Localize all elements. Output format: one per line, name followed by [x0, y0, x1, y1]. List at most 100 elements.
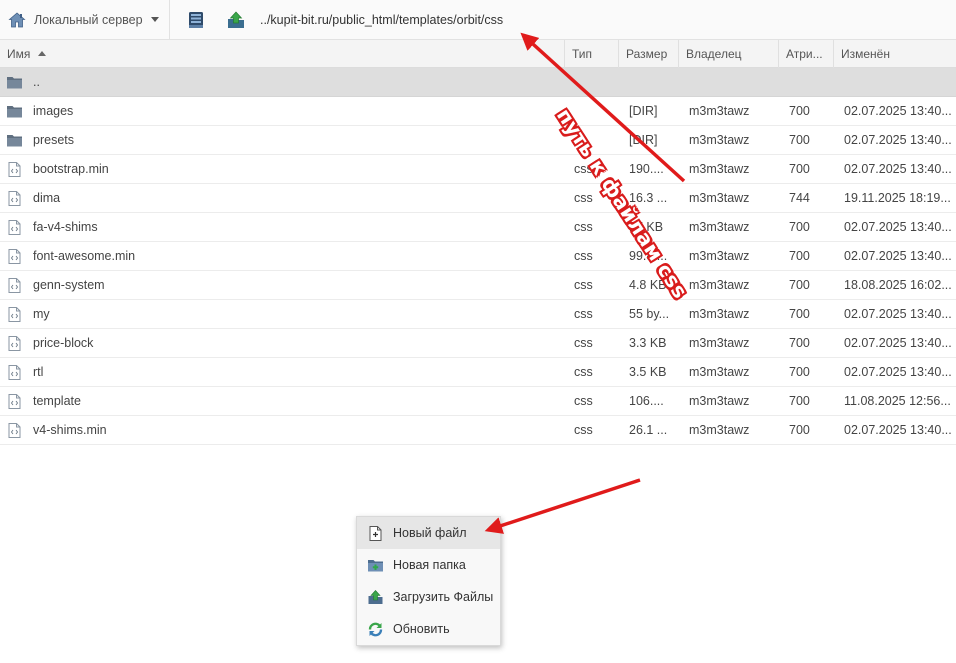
file-attr: 700: [789, 249, 810, 263]
code-file-icon: [6, 277, 23, 294]
table-row[interactable]: genn-system css 4.8 KB m3m3tawz 700 18.0…: [0, 271, 956, 300]
file-name: dima: [33, 191, 61, 205]
file-modified: 11.08.2025 12:56...: [844, 394, 951, 408]
file-attr: 700: [789, 104, 810, 118]
file-name: price-block: [33, 336, 94, 350]
file-size: [629, 68, 674, 97]
code-file-icon: [6, 335, 23, 352]
file-modified: [844, 68, 956, 97]
server-icon[interactable]: [186, 10, 206, 30]
column-header-type[interactable]: Тип: [565, 40, 619, 68]
file-owner: m3m3tawz: [689, 249, 750, 263]
file-name: v4-shims.min: [33, 423, 107, 437]
file-size: 26.1 ...: [629, 423, 668, 437]
file-owner: [689, 68, 769, 97]
file-owner: m3m3tawz: [689, 278, 750, 292]
file-list: .. images [DIR] m3m3tawz 700 02.07.2025 …: [0, 68, 956, 445]
upload-folder-icon[interactable]: [226, 10, 246, 30]
code-file-icon: [6, 364, 23, 381]
menu-item-upload-files[interactable]: Загрузить Файлы: [357, 581, 500, 613]
column-header-size[interactable]: Размер: [619, 40, 679, 68]
current-path[interactable]: ../kupit-bit.ru/public_html/templates/or…: [260, 13, 503, 27]
chevron-down-icon: [150, 17, 159, 22]
file-owner: m3m3tawz: [689, 365, 750, 379]
file-attr: 700: [789, 394, 810, 408]
file-modified: 02.07.2025 13:40...: [844, 365, 952, 379]
file-attr: 700: [789, 162, 810, 176]
file-modified: 02.07.2025 13:40...: [844, 336, 952, 350]
table-row[interactable]: presets [DIR] m3m3tawz 700 02.07.2025 13…: [0, 126, 956, 155]
folder-icon: [6, 74, 23, 91]
menu-item-refresh[interactable]: Обновить: [357, 613, 500, 645]
menu-item-label: Новая папка: [393, 558, 466, 572]
server-dropdown[interactable]: Локальный сервер: [0, 0, 170, 40]
file-attr: 700: [789, 336, 810, 350]
sort-asc-icon: [38, 51, 47, 57]
table-row[interactable]: bootstrap.min css 190.... m3m3tawz 700 0…: [0, 155, 956, 184]
table-row[interactable]: my css 55 by... m3m3tawz 700 02.07.2025 …: [0, 300, 956, 329]
table-row[interactable]: dima css 16.3 ... m3m3tawz 744 19.11.202…: [0, 184, 956, 213]
arrow-to-new-file: [484, 478, 641, 534]
file-list-header: Имя Тип Размер Владелец Атри... Изменён: [0, 40, 956, 68]
file-size: [DIR]: [629, 133, 658, 147]
folder-icon: [6, 132, 23, 149]
menu-item-new-folder[interactable]: Новая папка: [357, 549, 500, 581]
file-owner: m3m3tawz: [689, 133, 750, 147]
menu-item-label: Обновить: [393, 622, 450, 636]
file-owner: m3m3tawz: [689, 104, 750, 118]
file-name: presets: [33, 133, 74, 147]
table-row[interactable]: v4-shims.min css 26.1 ... m3m3tawz 700 0…: [0, 416, 956, 445]
file-attr: 700: [789, 220, 810, 234]
column-header-name[interactable]: Имя: [0, 40, 565, 68]
file-name: bootstrap.min: [33, 162, 109, 176]
column-size-label: Размер: [626, 47, 668, 61]
file-modified: 02.07.2025 13:40...: [844, 133, 952, 147]
code-file-icon: [6, 190, 23, 207]
file-name: rtl: [33, 365, 44, 379]
menu-item-label: Новый файл: [393, 526, 467, 540]
file-size: 190....: [629, 162, 664, 176]
file-attr: 700: [789, 133, 810, 147]
menu-item-label: Загрузить Файлы: [393, 590, 494, 604]
column-header-modified[interactable]: Изменён: [834, 40, 956, 68]
file-modified: 02.07.2025 13:40...: [844, 249, 952, 263]
file-name: images: [33, 104, 74, 118]
context-menu: Новый файл Новая папка Загрузить Файлы О…: [356, 516, 501, 646]
home-icon: [8, 11, 26, 27]
file-type: css: [574, 394, 593, 408]
table-row[interactable]: ..: [0, 68, 956, 97]
file-name: fa-v4-shims: [33, 220, 98, 234]
file-type: css: [574, 249, 593, 263]
toolbar: Локальный сервер ../kupit-bit.ru/public_…: [0, 0, 956, 40]
table-row[interactable]: fa-v4-shims css 17 KB m3m3tawz 700 02.07…: [0, 213, 956, 242]
code-file-icon: [6, 219, 23, 236]
table-row[interactable]: template css 106.... m3m3tawz 700 11.08.…: [0, 387, 956, 416]
file-owner: m3m3tawz: [689, 307, 750, 321]
column-header-attr[interactable]: Атри...: [779, 40, 834, 68]
column-modified-label: Изменён: [841, 47, 890, 61]
upload-icon: [368, 589, 383, 604]
file-size: [DIR]: [629, 104, 658, 118]
table-row[interactable]: font-awesome.min css 99.8 ... m3m3tawz 7…: [0, 242, 956, 271]
code-file-icon: [6, 306, 23, 323]
file-size: 3.3 KB: [629, 336, 667, 350]
code-file-icon: [6, 393, 23, 410]
column-type-label: Тип: [572, 47, 593, 61]
code-file-icon: [6, 161, 23, 178]
file-modified: 02.07.2025 13:40...: [844, 162, 952, 176]
menu-item-new-file[interactable]: Новый файл: [357, 517, 500, 549]
new-file-icon: [369, 525, 382, 541]
folder-icon: [6, 103, 23, 120]
file-name: ..: [33, 75, 40, 89]
file-name: template: [33, 394, 81, 408]
column-header-owner[interactable]: Владелец: [679, 40, 779, 68]
file-modified: 02.07.2025 13:40...: [844, 220, 952, 234]
file-type: css: [574, 336, 593, 350]
column-attr-label: Атри...: [786, 47, 823, 61]
table-row[interactable]: price-block css 3.3 KB m3m3tawz 700 02.0…: [0, 329, 956, 358]
file-attr: 744: [789, 191, 810, 205]
table-row[interactable]: images [DIR] m3m3tawz 700 02.07.2025 13:…: [0, 97, 956, 126]
table-row[interactable]: rtl css 3.5 KB m3m3tawz 700 02.07.2025 1…: [0, 358, 956, 387]
file-owner: m3m3tawz: [689, 394, 750, 408]
file-modified: 02.07.2025 13:40...: [844, 307, 952, 321]
